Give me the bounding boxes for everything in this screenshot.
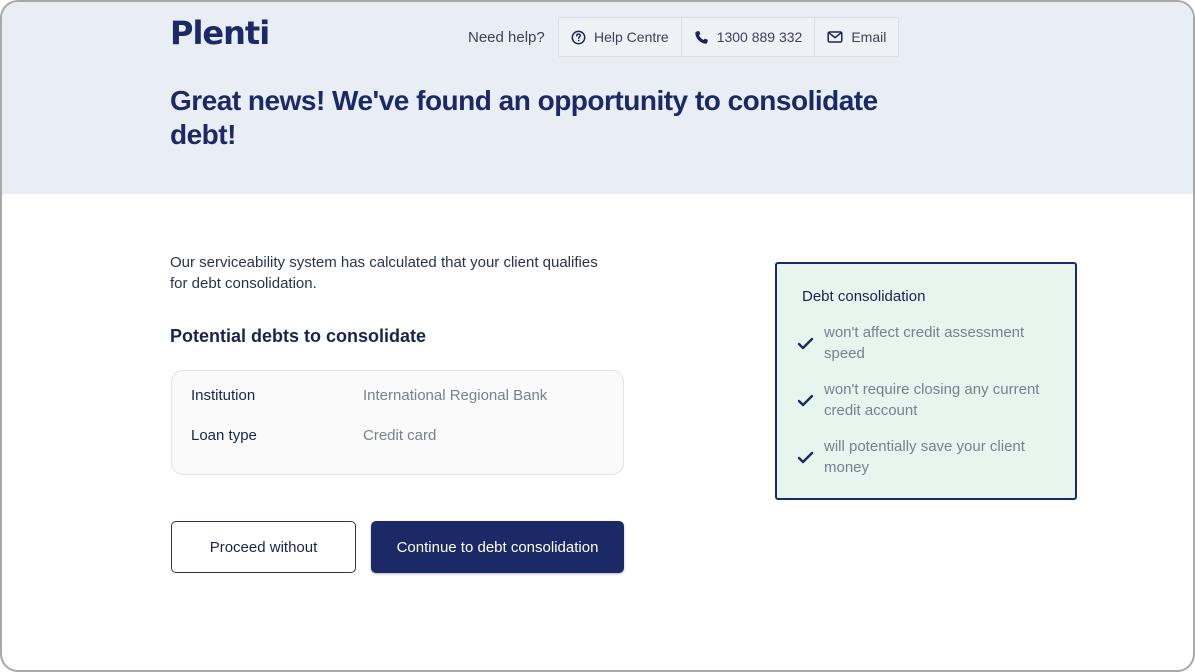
loan-type-row: Loan type Credit card	[191, 427, 436, 444]
phone-number: 1300 889 332	[716, 29, 803, 45]
benefit-item: won't affect credit assessment speed	[797, 322, 1057, 364]
benefit-text: won't affect credit assessment speed	[824, 324, 1025, 362]
question-circle-icon	[571, 30, 586, 44]
debt-details-card: Institution International Regional Bank L…	[171, 370, 624, 475]
help-centre-link[interactable]: Help Centre	[559, 18, 682, 56]
intro-text: Our serviceability system has calculated…	[170, 254, 598, 292]
institution-value: International Regional Bank	[363, 387, 548, 404]
check-icon	[797, 451, 814, 463]
continue-button[interactable]: Continue to debt consolidation	[371, 521, 624, 573]
help-bar: Help Centre 1300 889 332 Email	[558, 17, 900, 57]
mail-icon	[827, 31, 843, 43]
institution-row: Institution International Regional Bank	[191, 387, 547, 404]
institution-label: Institution	[191, 387, 256, 404]
help-centre-label: Help Centre	[594, 29, 669, 45]
section-heading: Potential debts to consolidate	[170, 326, 427, 346]
panel-title: Debt consolidation	[802, 288, 926, 305]
phone-icon	[695, 30, 708, 44]
benefit-item: will potentially save your client money	[797, 436, 1057, 478]
app-window: Plenti Need help? Help Centre 1300 889 3…	[0, 0, 1195, 672]
benefit-item: won't require closing any current credit…	[797, 379, 1057, 421]
email-label: Email	[851, 29, 887, 45]
check-icon	[797, 337, 814, 349]
page-title: Great news! We've found an opportunity t…	[170, 85, 878, 150]
phone-link[interactable]: 1300 889 332	[682, 18, 816, 56]
benefit-text: will potentially save your client money	[824, 438, 1025, 476]
loan-type-value: Credit card	[363, 427, 437, 444]
proceed-without-button[interactable]: Proceed without	[171, 521, 356, 573]
benefit-text: won't require closing any current credit…	[824, 381, 1040, 419]
plenti-logo[interactable]: Plenti	[170, 14, 270, 52]
need-help-label: Need help?	[468, 29, 545, 46]
loan-type-label: Loan type	[191, 427, 257, 444]
debt-consolidation-panel: Debt consolidation won't affect credit a…	[775, 262, 1077, 500]
check-icon	[797, 394, 814, 406]
email-link[interactable]: Email	[815, 18, 898, 56]
header-banner: Plenti Need help? Help Centre 1300 889 3…	[2, 2, 1193, 194]
